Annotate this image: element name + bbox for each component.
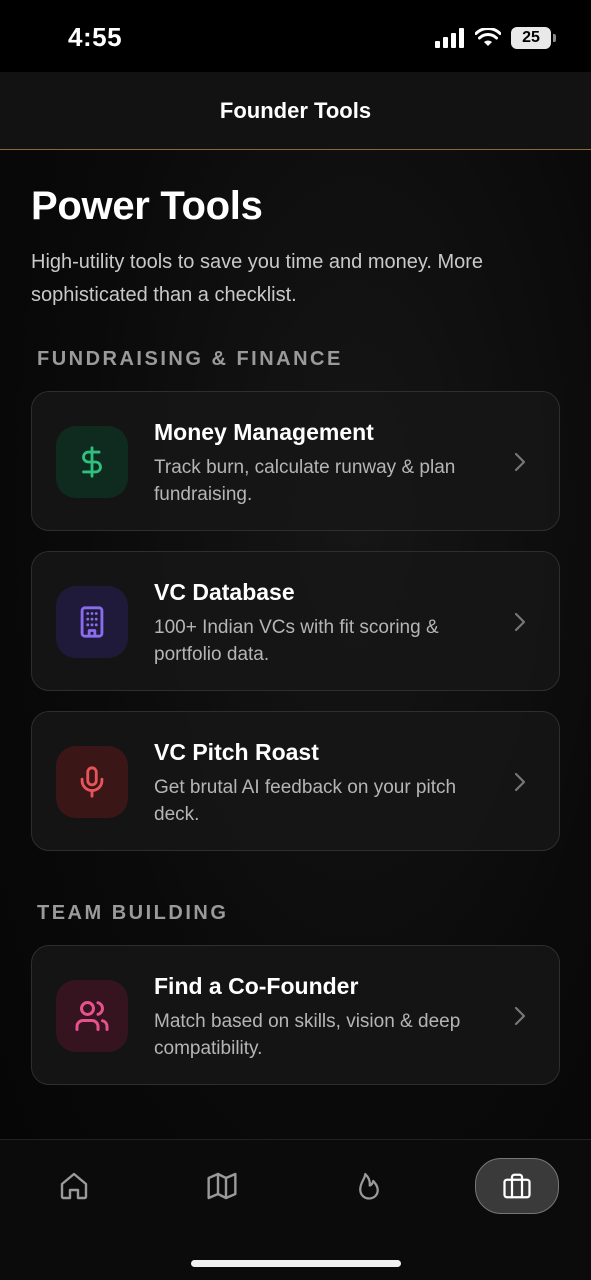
map-icon [207,1172,237,1200]
briefcase-icon [503,1173,531,1199]
card-title: Money Management [154,419,374,445]
card-description: 100+ Indian VCs with fit scoring & portf… [154,617,439,665]
tab-bar [0,1139,591,1280]
battery-level: 25 [522,29,540,46]
card-icon-container [56,426,128,498]
building-icon [80,606,104,638]
card-icon-container [56,980,128,1052]
card-vc-database[interactable]: VC Database 100+ Indian VCs with fit sco… [31,551,560,691]
card-icon-container [56,746,128,818]
signal-icon [435,28,464,48]
status-time: 4:55 [68,22,123,52]
card-description: Track burn, calculate runway & plan fund… [154,457,456,505]
home-indicator [191,1260,401,1267]
page-title: Power Tools [31,184,263,228]
card-title: VC Database [154,579,295,605]
screen: 4:55 25 Founder Tools Power Tools High-u… [0,0,591,1280]
microphone-icon [80,766,104,798]
home-icon [60,1172,88,1200]
card-find-co-founder[interactable]: Find a Co-Founder Match based on skills,… [31,945,560,1085]
card-icon-container [56,586,128,658]
status-icons: 25 [435,27,556,49]
dollar-icon [82,446,102,478]
chevron-right-icon [514,1006,526,1026]
card-description: Get brutal AI feedback on your pitch dec… [154,777,457,825]
wifi-icon [475,28,501,46]
tab-map[interactable] [180,1158,264,1214]
card-title: VC Pitch Roast [154,739,319,765]
card-vc-pitch-roast[interactable]: VC Pitch Roast Get brutal AI feedback on… [31,711,560,851]
tab-home[interactable] [32,1158,116,1214]
tab-flame[interactable] [327,1158,411,1214]
tab-tools[interactable] [475,1158,559,1214]
chevron-right-icon [514,612,526,632]
card-money-management[interactable]: Money Management Track burn, calculate r… [31,391,560,531]
users-icon [75,1001,109,1031]
section-header-fundraising: FUNDRAISING & FINANCE [37,348,343,370]
status-bar: 4:55 25 [0,0,591,72]
chevron-right-icon [514,452,526,472]
page-subtitle: High-utility tools to save you time and … [31,251,484,306]
navigation-bar: Founder Tools [0,72,591,150]
card-description: Match based on skills, vision & deep com… [154,1011,461,1059]
flame-icon [359,1173,379,1200]
nav-title: Founder Tools [219,97,372,123]
card-title: Find a Co-Founder [154,973,359,999]
battery-indicator: 25 [511,27,556,49]
chevron-right-icon [514,772,526,792]
section-header-team-building: TEAM BUILDING [37,902,229,924]
